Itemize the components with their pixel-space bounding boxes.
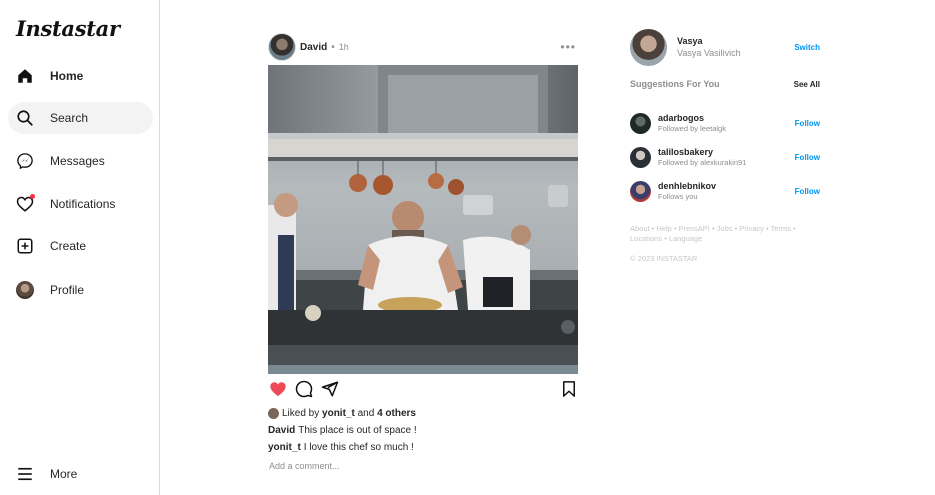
sidebar-item-label: More xyxy=(50,467,78,481)
follow-button[interactable]: Follow xyxy=(795,153,820,162)
suggestion-username[interactable]: adarbogos xyxy=(658,113,726,123)
likes-prefix: Liked by xyxy=(282,408,320,419)
suggestion-item: talilosbakery Followed by alexkurakin91 … xyxy=(630,140,820,174)
current-user-card: Vasya Vasya Vasilivich Switch xyxy=(630,28,820,66)
sidebar-item-label: Messages xyxy=(50,154,105,168)
liker-username[interactable]: yonit_t xyxy=(322,408,355,419)
comment-username[interactable]: yonit_t xyxy=(268,442,301,453)
suggestions-header: Suggestions For You See All xyxy=(630,79,820,89)
sidebar-item-create[interactable]: Create xyxy=(8,230,153,262)
like-heart-icon[interactable] xyxy=(268,379,288,399)
hamburger-icon xyxy=(16,465,34,483)
post-time: 1h xyxy=(338,42,349,52)
suggestion-username[interactable]: denhlebnikov xyxy=(658,181,716,191)
sidebar-item-messages[interactable]: Messages xyxy=(8,145,153,177)
switch-account-button[interactable]: Switch xyxy=(794,43,820,52)
home-icon xyxy=(16,67,34,85)
likes-others[interactable]: 4 others xyxy=(377,408,416,419)
notification-dot xyxy=(30,194,35,199)
sidebar-item-search[interactable]: Search xyxy=(8,102,153,134)
liker-avatar xyxy=(268,408,279,419)
comment-username[interactable]: David xyxy=(268,425,295,436)
suggestion-item: denhlebnikov Follows you Follow xyxy=(630,174,820,208)
suggestion-avatar[interactable] xyxy=(630,112,651,134)
sidebar-item-label: Create xyxy=(50,239,87,253)
likes-and: and xyxy=(357,408,375,419)
sidebar-item-more[interactable]: More xyxy=(8,458,153,490)
plus-square-icon xyxy=(16,237,34,255)
bookmark-icon[interactable] xyxy=(559,379,579,399)
current-user-fullname: Vasya Vasilivich xyxy=(677,48,741,58)
profile-avatar xyxy=(16,281,34,299)
likes-summary: Liked by yonit_t and 4 others xyxy=(268,408,579,419)
comment-icon[interactable] xyxy=(294,379,314,399)
post-header: David • 1h ••• xyxy=(268,30,579,64)
sidebar-item-label: Notifications xyxy=(50,197,116,211)
comment-text: This place is out of space ! xyxy=(298,425,417,436)
sidebar-item-home[interactable]: Home xyxy=(8,60,153,92)
messenger-icon xyxy=(16,152,34,170)
sidebar-item-label: Profile xyxy=(50,283,85,297)
post-actions xyxy=(268,375,579,403)
follow-button[interactable]: Follow xyxy=(795,187,820,196)
suggestions-title: Suggestions For You xyxy=(630,79,720,89)
sidebar: Instastar Home Search Messages Notificat… xyxy=(0,0,160,495)
share-icon[interactable] xyxy=(320,379,340,399)
see-all-button[interactable]: See All xyxy=(794,80,820,89)
follow-button[interactable]: Follow xyxy=(795,119,820,128)
post-author-username[interactable]: David xyxy=(300,42,327,53)
comment-text: I love this chef so much ! xyxy=(303,442,414,453)
sidebar-item-profile[interactable]: Profile xyxy=(8,274,153,306)
sidebar-item-notifications[interactable]: Notifications xyxy=(8,188,153,220)
search-icon xyxy=(16,109,34,127)
suggestion-username[interactable]: talilosbakery xyxy=(658,147,746,157)
suggestion-item: adarbogos Followed by leetalgk Follow xyxy=(630,106,820,140)
footer-links[interactable]: About • Help • PressAPI • Jobs • Privacy… xyxy=(630,224,815,244)
copyright: © 2023 INSTASTAR xyxy=(630,254,698,263)
suggestion-subtitle: Followed by leetalgk xyxy=(658,124,726,133)
more-options-icon[interactable]: ••• xyxy=(560,40,576,54)
suggestion-avatar[interactable] xyxy=(630,146,651,168)
add-comment-input[interactable]: Add a comment... xyxy=(268,461,579,471)
suggestion-avatar[interactable] xyxy=(630,180,651,202)
heart-icon xyxy=(16,194,35,213)
comment-item: yonit_t I love this chef so much ! xyxy=(268,442,579,453)
sidebar-item-label: Home xyxy=(50,69,84,83)
current-user-username[interactable]: Vasya xyxy=(677,36,741,46)
app-logo[interactable]: Instastar xyxy=(16,16,120,41)
current-user-avatar[interactable] xyxy=(630,28,667,66)
post-author-avatar[interactable] xyxy=(268,33,296,61)
comment-item: David This place is out of space ! xyxy=(268,425,579,436)
feed-post: David • 1h ••• Liked by yonit_t and 4 ot… xyxy=(268,30,579,471)
right-column: Vasya Vasya Vasilivich Switch Suggestion… xyxy=(630,28,820,263)
sidebar-item-label: Search xyxy=(50,111,89,125)
suggestion-subtitle: Followed by alexkurakin91 xyxy=(658,158,747,167)
suggestions-list: adarbogos Followed by leetalgk Follow ta… xyxy=(630,106,820,208)
suggestion-subtitle: Follows you xyxy=(658,192,698,201)
post-image[interactable] xyxy=(268,65,578,374)
post-separator: • xyxy=(331,41,335,53)
